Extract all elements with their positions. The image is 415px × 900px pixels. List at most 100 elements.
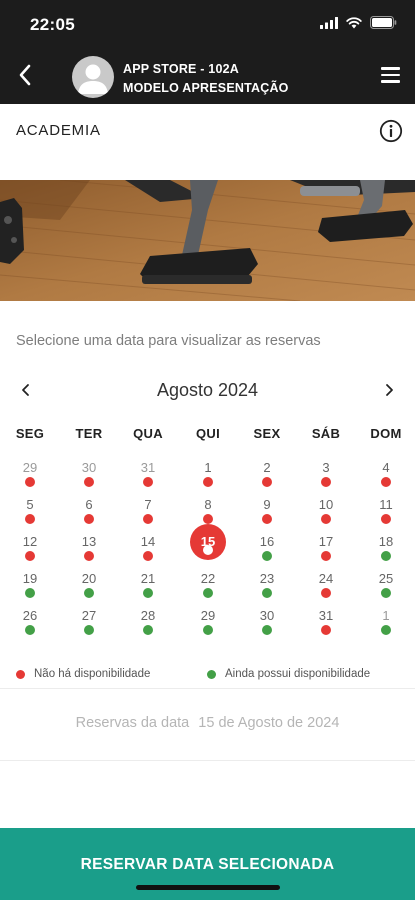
calendar-day[interactable]: 29 [10, 456, 50, 492]
unavailable-dot-icon [84, 514, 94, 524]
menu-button[interactable] [377, 62, 403, 88]
day-number: 12 [22, 534, 38, 549]
weekday-label: SEG [15, 426, 45, 441]
calendar-day-selected[interactable]: 15 [188, 524, 228, 566]
available-dot-icon [25, 588, 35, 598]
legend-available: Ainda possui disponibilidade [207, 668, 370, 680]
day-number: 31 [140, 460, 156, 475]
available-dot-icon [381, 588, 391, 598]
unavailable-dot-icon [321, 625, 331, 635]
calendar-day[interactable]: 17 [306, 530, 346, 566]
unavailable-dot-icon [203, 514, 213, 524]
calendar-day[interactable]: 30 [69, 456, 109, 492]
calendar-day[interactable]: 20 [69, 567, 109, 603]
green-dot-icon [207, 669, 216, 679]
calendar-day[interactable]: 3 [306, 456, 346, 492]
available-dot-icon [203, 588, 213, 598]
unavailable-dot-icon [25, 514, 35, 524]
unit-info: APP STORE - 102A MODELO APRESENTAÇÃO [123, 60, 289, 98]
available-dot-icon [262, 588, 272, 598]
calendar-day[interactable]: 1 [188, 456, 228, 492]
weekday-header: SEG TER QUA QUI SEX SÁB DOM [0, 426, 415, 446]
legend-unavailable-label: Não há disponibilidade [34, 668, 151, 680]
day-number: 20 [81, 571, 97, 586]
calendar-day[interactable]: 23 [247, 567, 287, 603]
calendar-day[interactable]: 24 [306, 567, 346, 603]
calendar-day[interactable]: 9 [247, 493, 287, 529]
day-number: 22 [200, 571, 216, 586]
day-number: 24 [318, 571, 334, 586]
calendar-day[interactable]: 4 [366, 456, 406, 492]
menu-icon-bar [380, 73, 400, 77]
unavailable-dot-icon [321, 551, 331, 561]
day-number: 27 [81, 608, 97, 623]
day-number: 18 [378, 534, 394, 549]
unavailable-dot-icon [381, 477, 391, 487]
available-dot-icon [262, 551, 272, 561]
calendar-day[interactable]: 18 [366, 530, 406, 566]
unavailable-dot-icon [381, 514, 391, 524]
calendar-day[interactable]: 11 [366, 493, 406, 529]
available-dot-icon [84, 588, 94, 598]
calendar-day[interactable]: 12 [10, 530, 50, 566]
info-icon[interactable] [379, 119, 403, 143]
day-number: 26 [22, 608, 38, 623]
calendar-day[interactable]: 13 [69, 530, 109, 566]
calendar-day[interactable]: 22 [188, 567, 228, 603]
day-number: 17 [318, 534, 334, 549]
day-number: 8 [204, 497, 212, 512]
calendar-day[interactable]: 1 [366, 604, 406, 640]
calendar-day[interactable]: 27 [69, 604, 109, 640]
weekday-label: TER [75, 426, 103, 441]
calendar-grid: 29 30 31 1 2 3 4 5 6 7 8 9 10 11 12 13 14 15 16 17 18 19 20 21 2… [0, 456, 415, 656]
unavailable-dot-icon [262, 477, 272, 487]
calendar-day[interactable]: 19 [10, 567, 50, 603]
calendar-day[interactable]: 5 [10, 493, 50, 529]
day-number: 19 [22, 571, 38, 586]
calendar-day[interactable]: 31 [306, 604, 346, 640]
available-dot-icon [381, 551, 391, 561]
calendar-day[interactable]: 10 [306, 493, 346, 529]
calendar-day[interactable]: 25 [366, 567, 406, 603]
weekday-label: SÁB [311, 426, 341, 441]
unavailable-dot-icon [321, 514, 331, 524]
unavailable-dot-icon [321, 588, 331, 598]
battery-icon [370, 16, 397, 29]
calendar-day[interactable]: 6 [69, 493, 109, 529]
back-button[interactable] [10, 60, 40, 90]
unavailable-dot-icon [143, 514, 153, 524]
unit-name: APP STORE - 102A [123, 62, 239, 76]
unavailable-dot-icon [25, 477, 35, 487]
day-number: 4 [382, 460, 390, 475]
avatar[interactable] [72, 56, 114, 98]
gym-photo [0, 180, 415, 301]
calendar-day[interactable]: 21 [128, 567, 168, 603]
calendar-day[interactable]: 30 [247, 604, 287, 640]
weekday-label: QUA [133, 426, 163, 441]
day-number: 28 [140, 608, 156, 623]
month-label: Agosto 2024 [156, 380, 259, 400]
unavailable-dot-icon [25, 551, 35, 561]
calendar-day[interactable]: 28 [128, 604, 168, 640]
day-number: 13 [81, 534, 97, 549]
day-number: 7 [144, 497, 152, 512]
menu-icon-bar [380, 80, 400, 83]
page-title: ACADEMIA [16, 122, 101, 139]
available-dot-icon [84, 625, 94, 635]
calendar-day[interactable]: 2 [247, 456, 287, 492]
calendar-day[interactable]: 31 [128, 456, 168, 492]
day-number: 9 [263, 497, 271, 512]
divider [0, 760, 415, 761]
calendar-day[interactable]: 16 [247, 530, 287, 566]
reserve-date-button-label: RESERVAR DATA SELECIONADA [80, 856, 335, 873]
calendar-day[interactable]: 26 [10, 604, 50, 640]
day-number: 3 [322, 460, 330, 475]
red-dot-icon [16, 669, 25, 679]
calendar-day[interactable]: 29 [188, 604, 228, 640]
wifi-icon [346, 16, 362, 28]
unavailable-dot-icon [143, 551, 153, 561]
chevron-right-icon[interactable] [379, 379, 399, 401]
calendar-day[interactable]: 7 [128, 493, 168, 529]
calendar-day[interactable]: 14 [128, 530, 168, 566]
unavailable-dot-icon [262, 514, 272, 524]
